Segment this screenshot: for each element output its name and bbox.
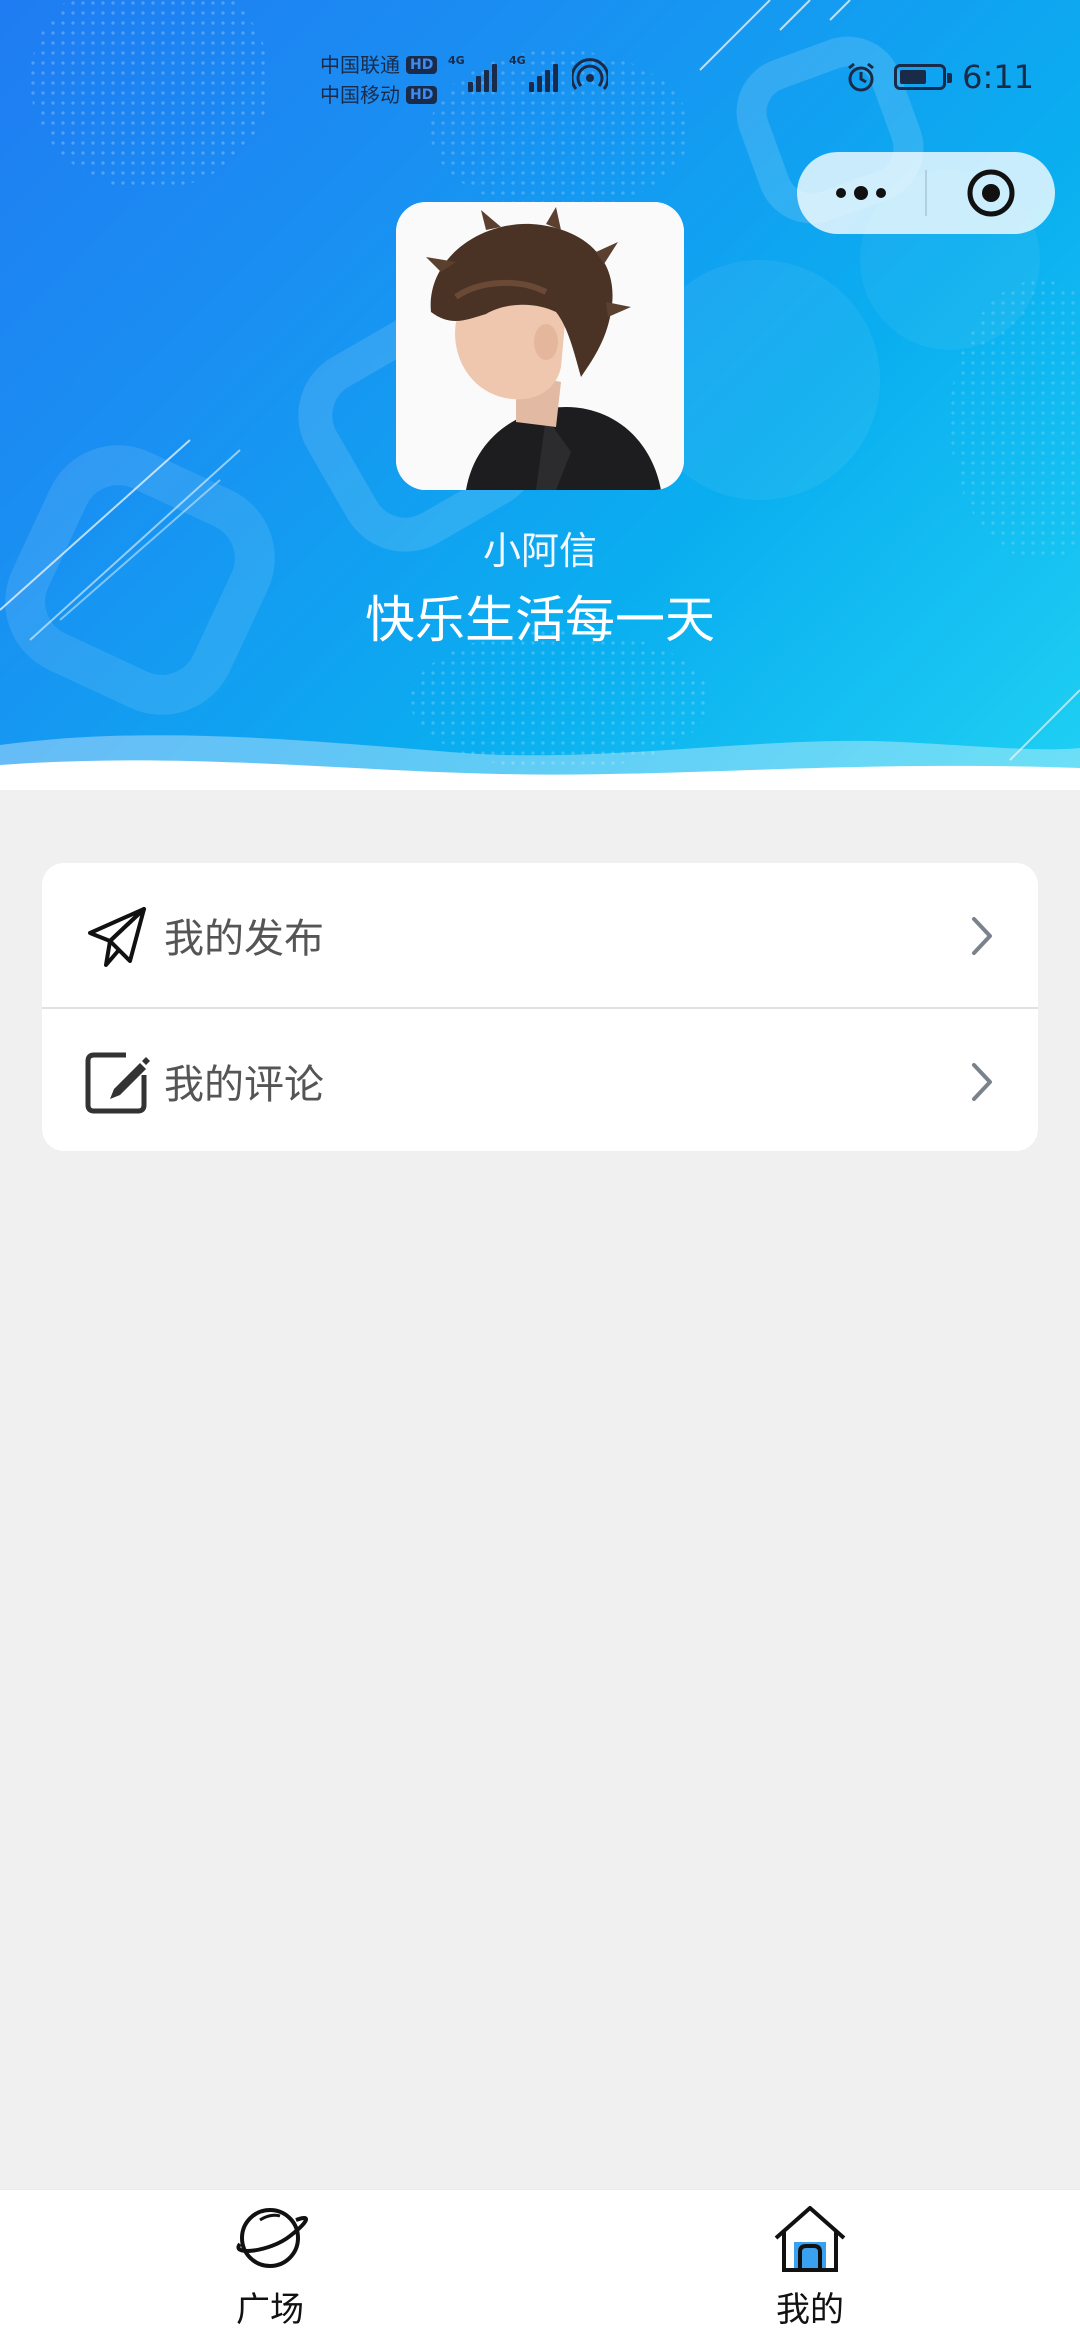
tab-label: 我的 — [776, 2290, 844, 2330]
menu-card: 我的发布 我的评论 — [42, 863, 1038, 1151]
more-dots-icon — [836, 186, 886, 200]
hd-badge-2: HD — [406, 86, 438, 104]
tab-label: 广场 — [236, 2290, 304, 2330]
profile-motto: 快乐生活每一天 — [365, 591, 715, 649]
menu-item-my-posts[interactable]: 我的发布 — [42, 863, 1038, 1007]
menu-item-my-comments[interactable]: 我的评论 — [42, 1007, 1038, 1151]
target-close-icon — [967, 169, 1015, 217]
status-right: 6:11 — [844, 58, 1034, 96]
bottom-tab-bar: 广场 我的 — [0, 2189, 1080, 2340]
close-miniprogram-button[interactable] — [927, 152, 1055, 234]
send-icon — [88, 907, 146, 967]
menu-item-label: 我的发布 — [164, 916, 324, 962]
chevron-right-icon — [972, 1063, 992, 1101]
carrier-2: 中国移动 — [320, 83, 400, 107]
tab-mine[interactable]: 我的 — [710, 2190, 910, 2340]
alarm-icon — [848, 62, 875, 92]
network-type-2: 4G — [509, 54, 526, 67]
signal-icon: 4G — [448, 54, 497, 92]
avatar[interactable] — [396, 202, 684, 490]
carrier-1: 中国联通 — [320, 53, 400, 77]
edit-icon — [85, 1052, 150, 1114]
status-bar: 中国联通 HD 中国移动 HD 4G 4G 6:11 — [0, 0, 1080, 150]
home-icon — [774, 2206, 846, 2272]
menu-item-label: 我的评论 — [164, 1062, 324, 1108]
hd-badge-1: HD — [406, 56, 438, 74]
avatar-portrait-image — [396, 202, 684, 490]
battery-icon — [894, 64, 953, 90]
clock: 6:11 — [962, 58, 1034, 96]
network-type-1: 4G — [448, 54, 465, 67]
miniprogram-capsule — [797, 152, 1055, 234]
more-button[interactable] — [797, 152, 925, 234]
profile-header: 中国联通 HD 中国移动 HD 4G 4G 6:11 小阿信 快乐生活每一天 — [0, 0, 1080, 790]
profile-name: 小阿信 — [482, 529, 597, 573]
planet-icon — [236, 2208, 308, 2268]
carrier-info: 中国联通 HD 中国移动 HD — [320, 50, 438, 110]
tab-plaza[interactable]: 广场 — [170, 2190, 370, 2340]
signal-indicators: 4G 4G — [448, 54, 608, 92]
hotspot-icon — [572, 58, 608, 90]
chevron-right-icon — [972, 917, 992, 955]
signal-icon: 4G — [509, 54, 558, 92]
